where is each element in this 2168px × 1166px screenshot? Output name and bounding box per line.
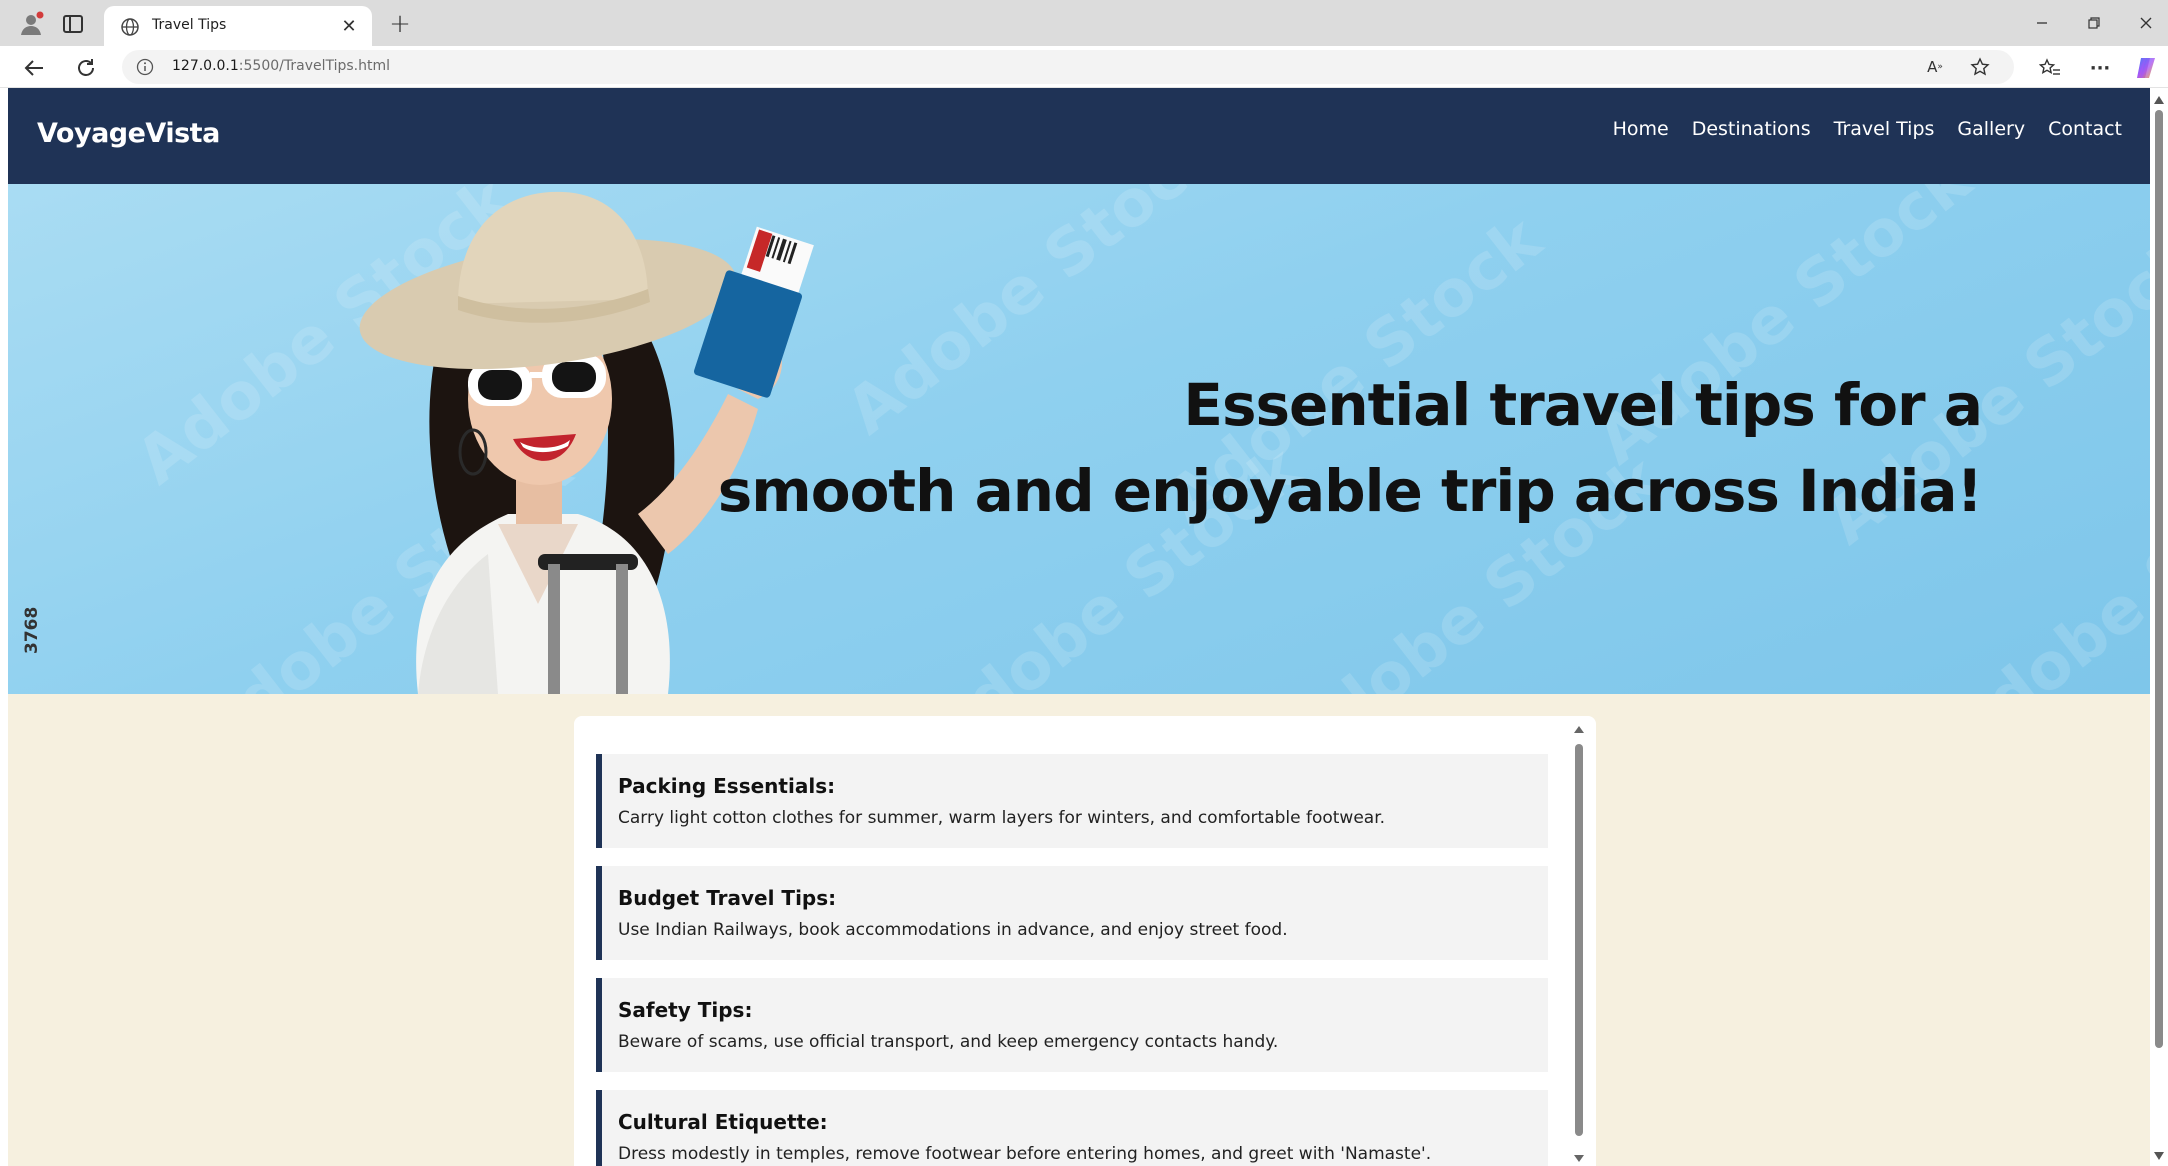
nav-contact[interactable]: Contact [2048,118,2122,140]
copilot-icon[interactable] [2132,53,2162,83]
nav-gallery[interactable]: Gallery [1957,118,2025,140]
scroll-down-icon[interactable] [2154,1152,2164,1160]
tips-scrollbar[interactable] [1570,716,1588,1166]
tab-actions-icon[interactable] [60,11,86,37]
url-path: :5500/TravelTips.html [238,58,391,74]
restore-icon[interactable] [2074,8,2114,38]
nav-destinations[interactable]: Destinations [1692,118,1811,140]
scroll-thumb[interactable] [2155,110,2163,1048]
tip-title: Cultural Etiquette: [618,1110,828,1134]
favorites-icon[interactable] [2036,54,2064,82]
url-host: 127.0.0.1 [172,58,239,74]
address-bar[interactable]: 127.0.0.1:5500/TravelTips.html A» [122,50,2014,84]
site-navbar: VoyageVista Home Destinations Travel Tip… [8,88,2150,184]
scroll-up-icon[interactable] [2154,96,2164,104]
minimize-icon[interactable] [2022,8,2062,38]
tip-item: Packing Essentials: Carry light cotton c… [596,754,1548,848]
stock-id: 3768 [22,606,42,654]
favorite-star-icon[interactable] [1968,55,1992,79]
tip-item: Budget Travel Tips: Use Indian Railways,… [596,866,1548,960]
page-viewport: VoyageVista Home Destinations Travel Tip… [8,88,2150,1166]
nav-links: Home Destinations Travel Tips Gallery Co… [1613,118,2122,140]
plus-icon[interactable]: + [386,9,414,39]
url-text[interactable]: 127.0.0.1:5500/TravelTips.html [172,58,390,74]
tip-text: Beware of scams, use official transport,… [618,1032,1279,1052]
close-icon[interactable]: ✕ [338,15,360,37]
tip-text: Use Indian Railways, book accommodations… [618,920,1288,940]
read-aloud-icon[interactable]: A» [1924,56,1946,78]
tips-card[interactable]: Packing Essentials: Carry light cotton c… [574,716,1596,1166]
more-icon[interactable]: ··· [2086,54,2114,82]
reload-icon[interactable] [72,54,100,82]
hero-title: Essential travel tips for a smooth and e… [717,362,1983,534]
tip-title: Safety Tips: [618,998,753,1022]
scroll-up-icon[interactable] [1574,726,1584,733]
hero-title-line-2: smooth and enjoyable trip across India! [717,457,1983,525]
active-tab[interactable]: Travel Tips ✕ [104,6,372,46]
browser-toolbar: 127.0.0.1:5500/TravelTips.html A» ··· [0,46,2168,88]
nav-travel-tips[interactable]: Travel Tips [1834,118,1935,140]
profile-icon[interactable] [16,9,46,39]
tip-text: Carry light cotton clothes for summer, w… [618,808,1386,828]
tip-item: Cultural Etiquette: Dress modestly in te… [596,1090,1548,1166]
nav-home[interactable]: Home [1613,118,1669,140]
tip-item: Safety Tips: Beware of scams, use offici… [596,978,1548,1072]
brand-logo[interactable]: VoyageVista [37,118,220,149]
browser-tabstrip: Travel Tips ✕ + [0,0,2168,46]
hero-banner: Adobe Stock Adobe Stock Adobe Stock Adob… [8,184,2150,694]
back-icon[interactable] [20,54,48,82]
close-window-icon[interactable] [2126,8,2166,38]
globe-icon [121,18,139,36]
scroll-thumb[interactable] [1575,744,1583,1136]
info-icon[interactable] [136,58,154,76]
tip-text: Dress modestly in temples, remove footwe… [618,1144,1432,1164]
tips-list: Packing Essentials: Carry light cotton c… [596,754,1548,1166]
tip-title: Budget Travel Tips: [618,886,837,910]
hero-title-line-1: Essential travel tips for a [1183,371,1983,439]
tab-title: Travel Tips [152,17,227,33]
tip-title: Packing Essentials: [618,774,836,798]
page-scrollbar[interactable] [2150,88,2168,1166]
scroll-down-icon[interactable] [1574,1155,1584,1162]
